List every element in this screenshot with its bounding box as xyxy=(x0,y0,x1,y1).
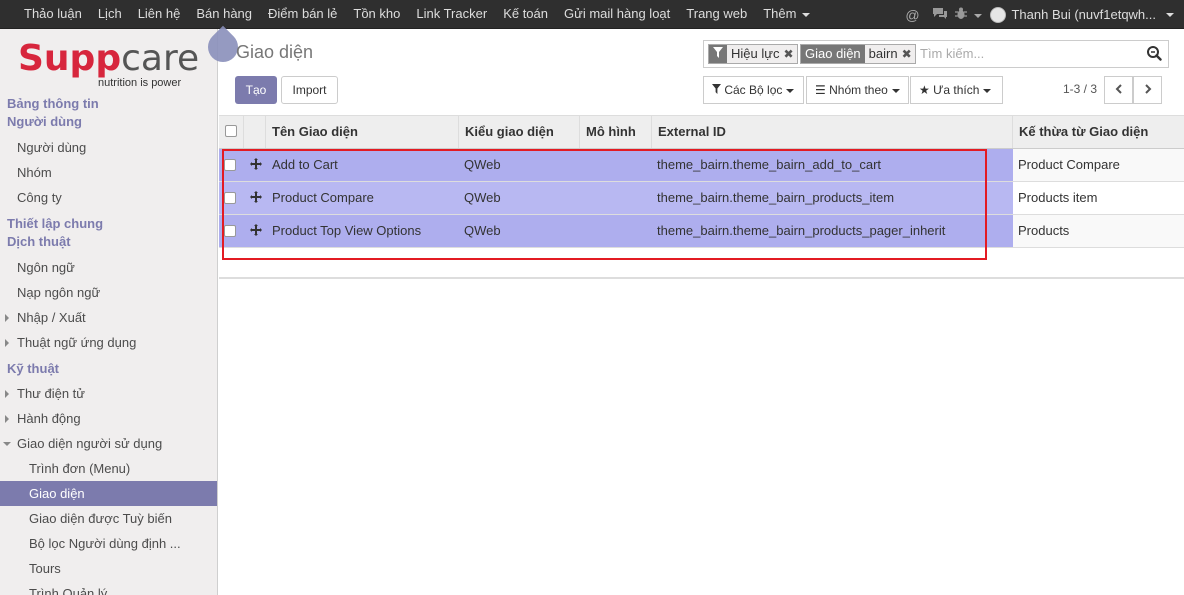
sidebar-item-menus[interactable]: Trình đơn (Menu) xyxy=(0,456,217,481)
sidebar-header-users: Người dùng xyxy=(7,114,82,129)
chevron-down-icon xyxy=(1166,12,1174,17)
create-button[interactable]: Tạo xyxy=(235,76,277,104)
menu-more[interactable]: Thêm xyxy=(755,0,818,29)
close-icon[interactable]: ✖ xyxy=(902,45,915,63)
column-header-model[interactable]: Mô hình xyxy=(580,116,652,148)
user-name: Thanh Bui (nuvf1etqwh... xyxy=(1011,7,1156,22)
sidebar-header-general-settings[interactable]: Thiết lập chung xyxy=(0,215,217,233)
annotation-highlight-box xyxy=(222,149,987,260)
sidebar-item-more[interactable]: Trình Quản lý... xyxy=(0,581,217,595)
sidebar-item-tours[interactable]: Tours xyxy=(0,556,217,581)
sidebar-item-actions[interactable]: Hành động xyxy=(0,406,217,431)
menu-sales[interactable]: Bán hàng xyxy=(188,0,260,29)
sidebar-item-load-language[interactable]: Nạp ngôn ngữ xyxy=(0,280,217,305)
chevron-down-icon xyxy=(802,12,811,17)
sidebar-header-translations: Dịch thuật xyxy=(7,234,71,249)
groupby-dropdown[interactable]: ☰ Nhóm theo xyxy=(806,76,909,104)
column-header-inherit[interactable]: Kế thừa từ Giao diện xyxy=(1013,116,1184,148)
chevron-left-icon xyxy=(1115,84,1122,94)
column-header-type[interactable]: Kiểu giao diện xyxy=(459,116,580,148)
avatar xyxy=(990,6,1007,23)
menu-pos[interactable]: Điểm bán lẻ xyxy=(260,0,345,29)
sidebar: Suppcare nutrition is power Bảng thông t… xyxy=(0,29,218,595)
menu-inventory[interactable]: Tồn kho xyxy=(345,0,408,29)
app-menu: Thảo luận Lịch Liên hệ Bán hàng Điểm bán… xyxy=(16,0,818,29)
sidebar-menu: Bảng thông tin Người dùng Người dùng Nhó… xyxy=(0,95,217,595)
menu-calendar[interactable]: Lịch xyxy=(90,0,130,29)
menu-accounting[interactable]: Kế toán xyxy=(495,0,556,29)
search-icon[interactable] xyxy=(1146,45,1162,61)
search-input[interactable]: Tìm kiếm... xyxy=(920,46,984,61)
sidebar-item-languages[interactable]: Ngôn ngữ xyxy=(0,255,217,280)
facet-value: bairn xyxy=(868,46,898,61)
select-all-checkbox[interactable] xyxy=(225,125,237,137)
mention-icon[interactable]: @ xyxy=(898,1,926,29)
table-header: Tên Giao diện Kiểu giao diện Mô hình Ext… xyxy=(219,116,1184,149)
filter-icon xyxy=(712,84,721,94)
logo-tagline: nutrition is power xyxy=(98,77,182,89)
facet-value: Hiệu lực xyxy=(731,46,780,61)
cell-inherit: Product Compare xyxy=(1018,157,1120,172)
caret-right-icon xyxy=(5,390,9,398)
systray: @ Thanh Bui (nuvf1etqwh... xyxy=(898,0,1184,29)
chevron-down-icon xyxy=(983,88,992,93)
menu-more-label: Thêm xyxy=(763,6,797,21)
pager-previous-button[interactable] xyxy=(1104,76,1133,104)
import-button[interactable]: Import xyxy=(281,76,338,104)
table-bottom-divider xyxy=(219,277,1184,279)
search-bar[interactable]: Hiệu lực ✖ Giao diện bairn ✖ Tìm kiếm... xyxy=(703,40,1169,68)
sidebar-item-groups[interactable]: Nhóm xyxy=(0,160,217,185)
list-icon: ☰ xyxy=(815,83,826,97)
search-facet-active[interactable]: Hiệu lực ✖ xyxy=(708,44,798,64)
sidebar-item-app-terms[interactable]: Thuật ngữ ứng dụng xyxy=(0,330,217,355)
sidebar-header-dashboard[interactable]: Bảng thông tin xyxy=(0,95,217,113)
cell-inherit: Products item xyxy=(1018,190,1098,205)
top-navbar: Thảo luận Lịch Liên hệ Bán hàng Điểm bán… xyxy=(0,0,1184,29)
handle-header xyxy=(244,116,266,148)
facet-key: Giao diện xyxy=(801,45,865,63)
close-icon[interactable]: ✖ xyxy=(783,45,796,63)
cell-inherit: Products xyxy=(1018,223,1070,238)
menu-mass-mailing[interactable]: Gửi mail hàng loạt xyxy=(556,0,678,29)
sidebar-item-customized-views[interactable]: Giao diện được Tuỳ biến xyxy=(0,506,217,531)
caret-down-icon xyxy=(3,442,11,446)
menu-contacts[interactable]: Liên hệ xyxy=(130,0,189,29)
menu-link-tracker[interactable]: Link Tracker xyxy=(408,0,495,29)
star-icon: ★ xyxy=(919,83,930,97)
favorites-dropdown[interactable]: ★ Ưa thích xyxy=(910,76,1003,104)
filters-dropdown[interactable]: Các Bộ lọc xyxy=(703,76,804,104)
logo-brand: Suppcare xyxy=(18,38,200,79)
pager-value[interactable]: 1-3 / 3 xyxy=(1063,82,1097,96)
sidebar-item-import-export[interactable]: Nhập / Xuất xyxy=(0,305,217,330)
filter-icon xyxy=(709,45,727,63)
caret-right-icon xyxy=(5,314,9,322)
sidebar-item-user-filters[interactable]: Bộ lọc Người dùng định ... xyxy=(0,531,217,556)
caret-right-icon xyxy=(5,339,9,347)
chevron-down-icon xyxy=(891,88,900,93)
page-title: Giao diện xyxy=(236,42,314,62)
column-header-name[interactable]: Tên Giao diện xyxy=(266,116,459,148)
sidebar-item-user-interface[interactable]: Giao diện người sử dụng xyxy=(0,431,217,456)
menu-discuss[interactable]: Thảo luận xyxy=(16,0,90,29)
user-menu[interactable]: Thanh Bui (nuvf1etqwh... xyxy=(982,6,1184,23)
sidebar-item-companies[interactable]: Công ty xyxy=(0,185,217,210)
caret-right-icon xyxy=(5,415,9,423)
sidebar-header-technical: Kỹ thuật xyxy=(7,361,59,376)
select-all-cell xyxy=(219,116,244,148)
sidebar-item-users[interactable]: Người dùng xyxy=(0,135,217,160)
pager-next-button[interactable] xyxy=(1133,76,1162,104)
debug-bug-icon[interactable] xyxy=(954,1,982,29)
company-logo[interactable]: Suppcare nutrition is power xyxy=(18,38,202,90)
search-facet-view[interactable]: Giao diện bairn ✖ xyxy=(800,44,916,64)
chevron-right-icon xyxy=(1144,84,1151,94)
column-header-external-id[interactable]: External ID xyxy=(652,116,1013,148)
sidebar-item-views[interactable]: Giao diện xyxy=(0,481,217,506)
chat-icon[interactable] xyxy=(926,1,954,29)
chevron-down-icon xyxy=(786,88,795,93)
menu-website[interactable]: Trang web xyxy=(678,0,755,29)
sidebar-item-email[interactable]: Thư điện tử xyxy=(0,381,217,406)
